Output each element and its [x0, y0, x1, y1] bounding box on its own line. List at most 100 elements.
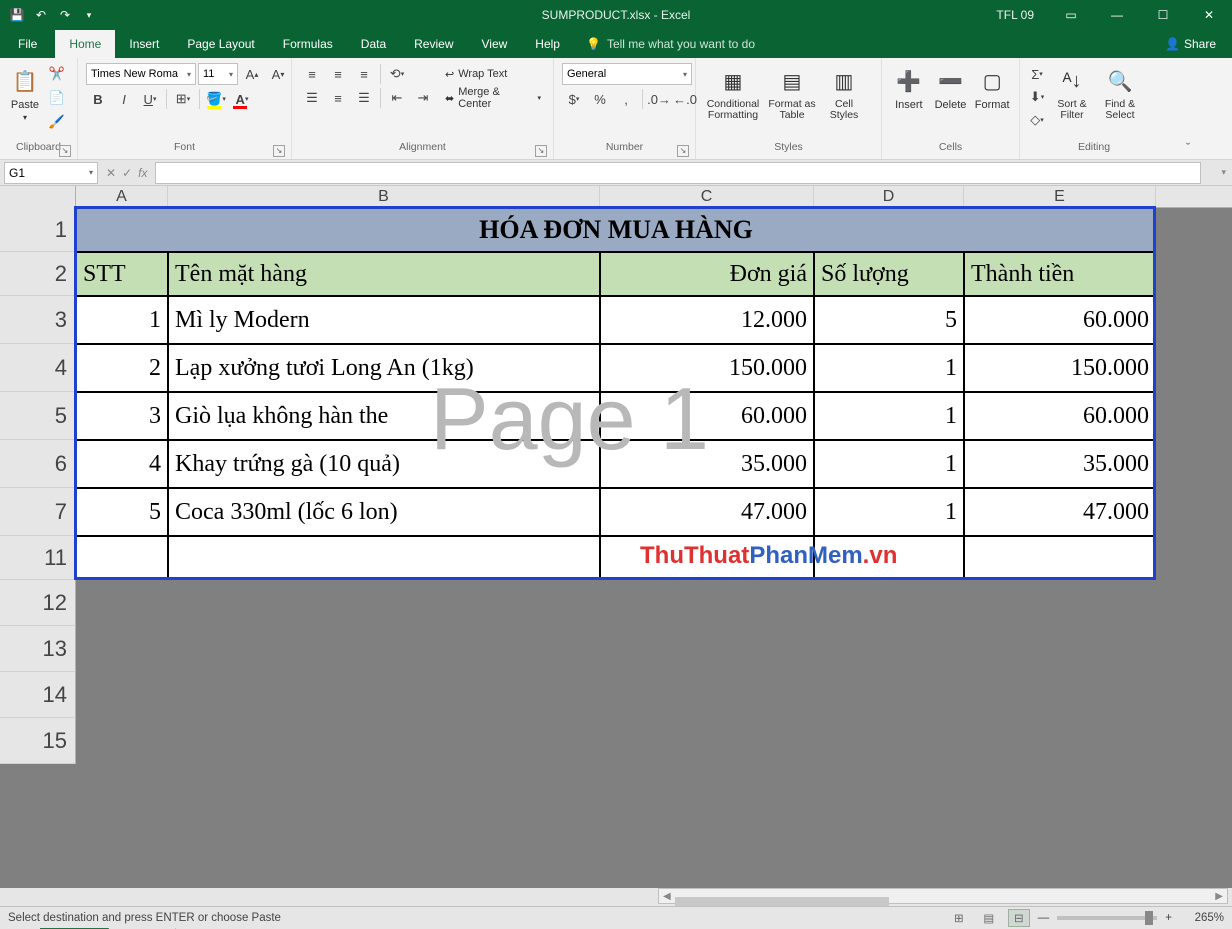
cell-row11-D[interactable]	[814, 536, 964, 580]
normal-view-icon[interactable]: ⊞	[948, 909, 970, 927]
increase-decimal-icon[interactable]: .0→	[647, 88, 671, 110]
cell-total-2[interactable]: 60.000	[964, 392, 1156, 440]
align-top-icon[interactable]: ≡	[300, 63, 324, 85]
close-icon[interactable]: ✕	[1186, 0, 1232, 30]
tab-data[interactable]: Data	[347, 30, 400, 58]
cell-row11-A[interactable]	[76, 536, 168, 580]
cell-total-3[interactable]: 35.000	[964, 440, 1156, 488]
row-header-7[interactable]: 7	[0, 488, 76, 536]
cell-qty-3[interactable]: 1	[814, 440, 964, 488]
align-left-icon[interactable]: ☰	[300, 87, 324, 109]
decrease-font-icon[interactable]: A▾	[266, 63, 290, 85]
align-bottom-icon[interactable]: ≡	[352, 63, 376, 85]
cell-row11-B[interactable]	[168, 536, 600, 580]
scroll-right-icon[interactable]: ▶	[1211, 891, 1227, 902]
font-launcher-icon[interactable]: ↘	[273, 145, 285, 157]
underline-button[interactable]: U▾	[138, 88, 162, 110]
tab-view[interactable]: View	[468, 30, 522, 58]
decrease-indent-icon[interactable]: ⇤	[385, 87, 409, 109]
row-header-4[interactable]: 4	[0, 344, 76, 392]
zoom-in-icon[interactable]: +	[1165, 912, 1172, 924]
column-header-C[interactable]: C	[600, 186, 814, 208]
font-name-combo[interactable]: Times New Roma▾	[86, 63, 196, 85]
tab-review[interactable]: Review	[400, 30, 467, 58]
zoom-out-icon[interactable]: —	[1038, 912, 1050, 924]
autosum-icon[interactable]: Σ▾	[1026, 63, 1048, 85]
cell-title[interactable]: HÓA ĐƠN MUA HÀNG	[76, 208, 1156, 252]
orientation-icon[interactable]: ⟲▾	[385, 63, 409, 85]
cell-total-1[interactable]: 150.000	[964, 344, 1156, 392]
cell-name-3[interactable]: Khay trứng gà (10 quả)	[168, 440, 600, 488]
conditional-formatting-button[interactable]: ▦Conditional Formatting	[702, 63, 764, 123]
cell-header-stt[interactable]: STT	[76, 252, 168, 296]
font-size-combo[interactable]: 11▾	[198, 63, 238, 85]
font-color-button[interactable]: A▾	[230, 88, 254, 110]
cell-stt-1[interactable]: 2	[76, 344, 168, 392]
cell-header-total[interactable]: Thành tiền	[964, 252, 1156, 296]
percent-format-icon[interactable]: %	[588, 88, 612, 110]
page-break-view-icon[interactable]: ⊟	[1008, 909, 1030, 927]
cell-qty-2[interactable]: 1	[814, 392, 964, 440]
cell-qty-0[interactable]: 5	[814, 296, 964, 344]
delete-cells-button[interactable]: ➖Delete	[930, 63, 972, 113]
tab-page-layout[interactable]: Page Layout	[173, 30, 268, 58]
tell-me-search[interactable]: 💡 Tell me what you want to do	[574, 30, 767, 58]
cell-qty-4[interactable]: 1	[814, 488, 964, 536]
tab-file[interactable]: File	[0, 30, 55, 58]
row-header-14[interactable]: 14	[0, 672, 76, 718]
expand-formula-icon[interactable]: ▾	[1221, 167, 1226, 178]
insert-cells-button[interactable]: ➕Insert	[888, 63, 930, 113]
align-center-icon[interactable]: ≡	[326, 87, 350, 109]
column-header-A[interactable]: A	[76, 186, 168, 208]
align-middle-icon[interactable]: ≡	[326, 63, 350, 85]
cell-stt-4[interactable]: 5	[76, 488, 168, 536]
tab-help[interactable]: Help	[521, 30, 574, 58]
cell-header-price[interactable]: Đơn giá	[600, 252, 814, 296]
alignment-launcher-icon[interactable]: ↘	[535, 145, 547, 157]
minimize-icon[interactable]: —	[1094, 0, 1140, 30]
page-layout-view-icon[interactable]: ▤	[978, 909, 1000, 927]
cell-header-name[interactable]: Tên mặt hàng	[168, 252, 600, 296]
enter-formula-icon[interactable]: ✓	[122, 166, 132, 180]
row-header-1[interactable]: 1	[0, 208, 76, 252]
share-button[interactable]: 👤 Share	[1149, 30, 1232, 58]
bold-button[interactable]: B	[86, 88, 110, 110]
save-icon[interactable]: 💾	[6, 4, 28, 26]
cell-header-qty[interactable]: Số lượng	[814, 252, 964, 296]
scroll-left-icon[interactable]: ◀	[659, 891, 675, 902]
row-header-11[interactable]: 11	[0, 536, 76, 580]
row-header-6[interactable]: 6	[0, 440, 76, 488]
fill-icon[interactable]: ⬇▾	[1026, 86, 1048, 108]
format-cells-button[interactable]: ▢Format	[971, 63, 1013, 113]
clipboard-launcher-icon[interactable]: ↘	[59, 145, 71, 157]
redo-icon[interactable]: ↷	[54, 4, 76, 26]
cell-name-4[interactable]: Coca 330ml (lốc 6 lon)	[168, 488, 600, 536]
formula-input[interactable]	[155, 162, 1201, 184]
wrap-text-button[interactable]: ↩Wrap Text	[441, 63, 545, 85]
qat-customize-icon[interactable]: ▾	[78, 4, 100, 26]
cell-price-4[interactable]: 47.000	[600, 488, 814, 536]
cell-price-1[interactable]: 150.000	[600, 344, 814, 392]
border-button[interactable]: ⊞▾	[171, 88, 195, 110]
copy-icon[interactable]: 📄	[46, 87, 68, 109]
maximize-icon[interactable]: ☐	[1140, 0, 1186, 30]
row-header-15[interactable]: 15	[0, 718, 76, 764]
tab-home[interactable]: Home	[55, 30, 115, 58]
find-select-button[interactable]: 🔍Find & Select	[1096, 63, 1144, 123]
undo-icon[interactable]: ↶	[30, 4, 52, 26]
clear-icon[interactable]: ◇▾	[1026, 109, 1048, 131]
sort-filter-button[interactable]: ᴬ↓Sort & Filter	[1048, 63, 1096, 123]
column-header-B[interactable]: B	[168, 186, 600, 208]
number-format-combo[interactable]: General▾	[562, 63, 692, 85]
ribbon-options-icon[interactable]: ▭	[1048, 0, 1094, 30]
column-header-D[interactable]: D	[814, 186, 964, 208]
cell-total-4[interactable]: 47.000	[964, 488, 1156, 536]
increase-font-icon[interactable]: A▴	[240, 63, 264, 85]
cell-qty-1[interactable]: 1	[814, 344, 964, 392]
increase-indent-icon[interactable]: ⇥	[411, 87, 435, 109]
row-header-2[interactable]: 2	[0, 252, 76, 296]
row-header-5[interactable]: 5	[0, 392, 76, 440]
cell-row11-E[interactable]	[964, 536, 1156, 580]
row-header-13[interactable]: 13	[0, 626, 76, 672]
name-box[interactable]: G1▾	[4, 162, 98, 184]
